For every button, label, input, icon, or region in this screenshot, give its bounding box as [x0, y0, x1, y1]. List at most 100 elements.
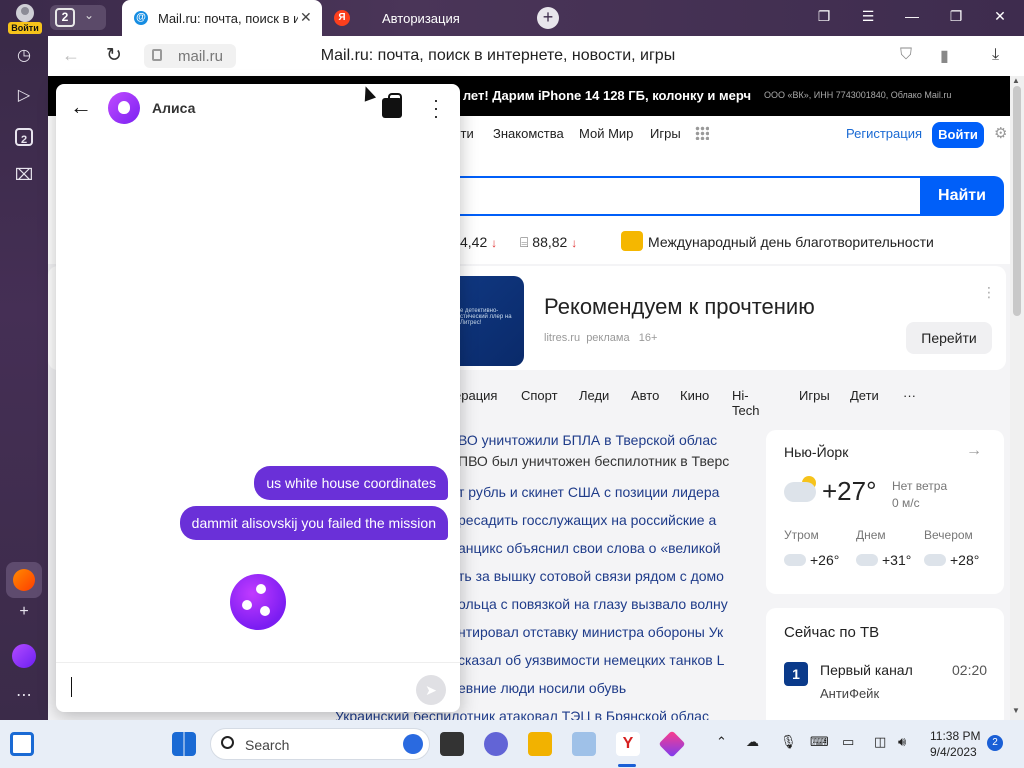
back-arrow-icon[interactable]: ← [70, 94, 92, 120]
bookmark-icon[interactable]: ▮ [940, 46, 949, 66]
volume-icon[interactable]: 🔊︎ [898, 734, 906, 750]
add-icon[interactable]: + [12, 600, 36, 624]
chevron-up-icon[interactable]: ⌃ [716, 734, 727, 750]
category-tab[interactable]: Спорт [521, 388, 558, 403]
news-item[interactable]: сказал об уязвимости немецких танков L [458, 652, 743, 668]
notification-badge[interactable]: 2 [987, 735, 1003, 751]
gear-icon[interactable]: ⚙ [994, 124, 1007, 142]
chat-icon[interactable] [484, 732, 508, 756]
nav-item[interactable]: Знакомства [493, 126, 564, 141]
news-item[interactable]: ольца с повязкой на глазу вызвало волну [458, 596, 743, 612]
weather-widget[interactable]: Нью-Йорк → +27° Нет ветра 0 м/с Утром Дне… [766, 430, 1004, 594]
search-button[interactable]: Найти [920, 176, 1004, 216]
more-vertical-icon[interactable]: ⋮ [982, 284, 996, 301]
scroll-down-icon[interactable]: ▼ [1012, 706, 1020, 715]
task-view-icon[interactable] [440, 732, 464, 756]
nav-item[interactable]: Игры [650, 126, 681, 141]
news-item[interactable]: ВО уничтожили БПЛА в Тверской облас [458, 432, 743, 448]
bing-icon[interactable] [403, 734, 423, 754]
taskbar-search[interactable]: Search [210, 728, 430, 760]
app-icon[interactable] [658, 730, 686, 758]
more-icon[interactable]: ⋯ [12, 684, 36, 708]
cloud-sync-icon[interactable]: ☁ [746, 734, 759, 750]
widgets-icon[interactable] [10, 732, 34, 756]
category-tab[interactable]: Авто [631, 388, 659, 403]
alice-orb-icon[interactable] [230, 574, 286, 630]
promo-legal: ООО «ВК», ИНН 7743001840, Облако Mail.ru [764, 90, 952, 100]
file-explorer-icon[interactable] [528, 732, 552, 756]
clock[interactable]: 11:38 PM 9/4/2023 [930, 728, 980, 760]
category-tab[interactable]: Hi-Tech [732, 388, 759, 418]
news-item[interactable]: ПВО был уничтожен беспилотник в Тверс [458, 453, 743, 469]
network-icon[interactable]: ◫ [874, 734, 886, 750]
tab-switcher[interactable]: 2 ⌄ [50, 5, 106, 30]
url-field[interactable]: mail.ru [144, 44, 236, 68]
display-icon[interactable]: ▭ [842, 734, 854, 750]
address-bar: Mail.ru: почта, поиск в интернете, новос… [48, 36, 1024, 76]
back-button[interactable]: ← [62, 45, 80, 66]
app-icon[interactable] [572, 732, 596, 756]
protect-icon[interactable]: ⛉ [900, 46, 912, 64]
apps-grid-icon[interactable] [695, 126, 709, 140]
profile-button[interactable]: Войти [8, 4, 42, 34]
restore-button[interactable]: ❐ [946, 8, 966, 25]
microphone-icon[interactable]: 🎙︎ [780, 734, 797, 750]
tv-show[interactable]: АнтиФейк [820, 686, 879, 701]
close-tab-icon[interactable]: ✕ [300, 9, 312, 26]
news-item[interactable]: т рубль и скинет США с позиции лидера [458, 484, 743, 500]
reload-button[interactable]: ↻ [106, 44, 122, 67]
profile-login-label: Войти [8, 22, 42, 34]
close-window-button[interactable]: ✕ [990, 8, 1010, 25]
menu-icon[interactable]: ☰ [858, 8, 878, 25]
keyboard-icon[interactable]: ⌨ [810, 734, 829, 750]
category-tab[interactable]: Кино [680, 388, 709, 403]
windows-start-icon[interactable] [172, 732, 196, 756]
tab-authorization[interactable]: Я Авторизация [330, 6, 510, 30]
news-item[interactable]: евние люди носили обувь [458, 680, 743, 696]
bookmarks-icon[interactable]: ❐ [814, 8, 834, 25]
nav-item[interactable]: Мой Мир [579, 126, 633, 141]
cloud-icon [784, 554, 806, 566]
category-tab[interactable]: Дети [850, 388, 879, 403]
search-input[interactable] [428, 176, 920, 216]
download-icon[interactable]: ⤓ [992, 46, 999, 64]
more-categories-icon[interactable]: ··· [903, 388, 916, 403]
scroll-thumb[interactable] [1013, 86, 1021, 316]
tv-channel[interactable]: Первый канал [820, 662, 913, 678]
weather-city: Нью-Йорк [784, 444, 849, 460]
arrow-right-icon[interactable]: → [966, 442, 982, 460]
news-item[interactable]: ть за вышку сотовой связи рядом с домо [458, 568, 743, 584]
app-shortcut-icon[interactable] [6, 562, 42, 598]
shopping-bag-icon[interactable] [382, 93, 402, 118]
tabs-icon[interactable]: 2 [15, 128, 33, 146]
minimize-button[interactable]: — [902, 8, 922, 24]
register-link[interactable]: Регистрация [846, 126, 922, 141]
screenshot-icon[interactable]: ⌧ [12, 164, 36, 188]
category-tab[interactable]: Леди [579, 388, 609, 403]
send-button[interactable]: ➤ [416, 675, 446, 705]
news-item[interactable]: ресадить госслужащих на российские а [458, 512, 743, 528]
yandex-browser-icon[interactable]: Y [616, 732, 640, 756]
ad-go-button[interactable]: Перейти [906, 322, 992, 354]
news-item[interactable]: анцикс объяснил свои слова о «великой [458, 540, 743, 556]
play-icon[interactable]: ▷ [12, 84, 36, 108]
login-button[interactable]: Войти [932, 122, 984, 148]
new-tab-button[interactable]: + [537, 7, 559, 29]
tab-mailru[interactable]: @ Mail.ru: почта, поиск в и ✕ [122, 0, 322, 36]
channel-one-icon: 1 [784, 662, 808, 686]
alice-input[interactable]: ➤ [56, 662, 460, 712]
eur-rate[interactable]: ⌸ 88,82 ↓ [520, 234, 577, 251]
cloud-icon [924, 554, 946, 566]
category-tab[interactable]: ерация [454, 388, 497, 403]
alice-icon[interactable] [12, 644, 36, 668]
tv-widget[interactable]: Сейчас по ТВ 1 Первый канал 02:20 АнтиФе… [766, 608, 1004, 720]
history-icon[interactable]: ◷ [12, 44, 36, 68]
more-vertical-icon[interactable]: · · · [428, 91, 444, 125]
page-scrollbar[interactable]: ▲ ▼ [1010, 76, 1024, 720]
scroll-up-icon[interactable]: ▲ [1012, 76, 1020, 85]
weather-temp: +27° [822, 476, 877, 506]
usd-rate[interactable]: 4,42 ↓ [460, 234, 497, 250]
category-tab[interactable]: Игры [799, 388, 830, 403]
news-item[interactable]: нтировал отставку министра обороны Ук [458, 624, 743, 640]
holiday-text[interactable]: Международный день благотворительности [648, 234, 934, 250]
